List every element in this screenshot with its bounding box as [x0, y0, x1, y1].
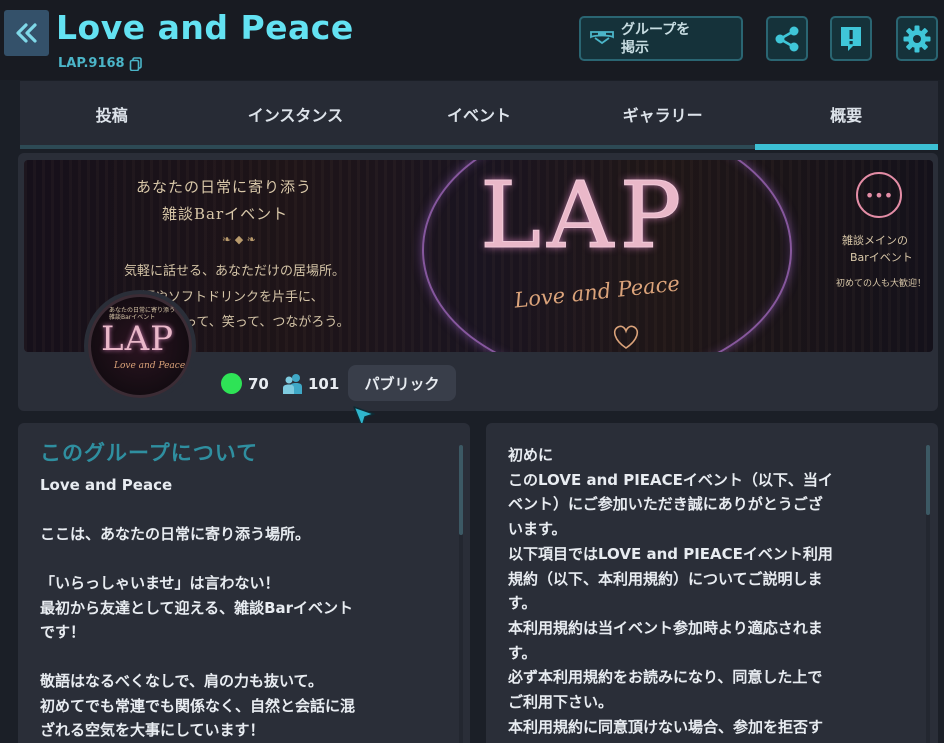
rules-line: このLOVE and PIEACEイベント（以下、当イ [508, 470, 833, 489]
group-code-text: LAP.9168 [58, 56, 125, 71]
ornament-icon: ❧ ◆ ❧ [222, 233, 256, 246]
member-count[interactable]: 101 [283, 373, 339, 395]
about-line: です！ [40, 623, 86, 641]
group-avatar[interactable]: あなたの日常に寄り添う 雑談Barイベント LAP Love and Peace [84, 290, 196, 402]
banner-text: Barイベント [850, 251, 913, 264]
rules-line: ご利用下さい。 [508, 693, 614, 712]
copy-icon[interactable] [129, 56, 143, 71]
heart-icon [613, 325, 639, 349]
members-icon [283, 374, 302, 394]
tab-events[interactable]: イベント [387, 81, 571, 147]
visibility-badge: パブリック [348, 365, 456, 401]
avatar-logo-script: Love and Peace [114, 361, 186, 371]
rules-line: 本利用規約に同意頂けない場合、参加を拒否す [508, 717, 824, 736]
about-line: ここは、あなたの日常に寄り添う場所。 [40, 525, 311, 543]
banner-text: って、笑って、つながろう。 [184, 315, 350, 330]
banner-text: 初めての人も大歓迎！ [836, 279, 927, 289]
rules-line: 必ず本利用規約をお読みになり、同意した上で [508, 668, 823, 687]
rules-line: ベント）にご参加いただき誠にありがとうござ [508, 495, 823, 514]
about-scrollbar[interactable] [459, 445, 463, 743]
rules-scrollbar[interactable] [926, 445, 930, 743]
banner-logo: LAP [479, 162, 688, 270]
online-dot-icon [221, 373, 242, 394]
about-line: 「いらっしゃいませ」は言わない！ [40, 574, 280, 592]
post-group-label: グループを 掲示 [621, 21, 691, 56]
tab-gallery[interactable]: ギャラリー [571, 81, 755, 147]
rules-panel: 初めに このLOVE and PIEACEイベント（以下、当イ ベント）にご参加… [486, 423, 938, 743]
group-tabs: 投稿 インスタンス イベント ギャラリー 概要 [20, 81, 938, 147]
banner-text: あなたの日常に寄り添う [136, 178, 313, 196]
about-line: 敬語はなるべくなしで、肩の力も抜いて。 [40, 672, 324, 690]
group-code[interactable]: LAP.9168 [58, 56, 143, 71]
about-heading: このグループについて [40, 441, 259, 465]
rules-line: 初めに [508, 446, 554, 464]
tab-overview[interactable]: 概要 [754, 81, 938, 147]
about-line: ざれる空気を大事にしています！ [40, 721, 265, 739]
tab-instances[interactable]: インスタンス [204, 81, 388, 147]
settings-button[interactable] [896, 16, 938, 61]
rules-description: 初めに このLOVE and PIEACEイベント（以下、当イ ベント）にご参加… [508, 443, 908, 739]
rules-scrollbar-thumb[interactable] [926, 445, 930, 515]
report-button[interactable] [830, 16, 872, 61]
about-line [40, 645, 440, 670]
post-group-button[interactable]: グループを 掲示 [579, 16, 743, 61]
banner-text: 雑談メインの [842, 234, 908, 247]
back-button[interactable] [4, 10, 49, 56]
rules-line: 以下項目ではLOVE and PIEACEイベント利用 [508, 544, 833, 563]
about-line [40, 547, 440, 572]
about-scrollbar-thumb[interactable] [459, 445, 463, 535]
group-header: Love and Peace LAP.9168 グループを 掲示 [0, 0, 944, 80]
group-title: Love and Peace [56, 8, 354, 47]
tab-posts[interactable]: 投稿 [20, 81, 204, 147]
share-button[interactable] [766, 16, 808, 61]
about-description: Love and Peace ここは、あなたの日常に寄り添う場所。 「いらっしゃ… [40, 473, 440, 743]
online-count-value: 70 [248, 374, 269, 393]
rules-line: 規約（以下、本利用規約）についてご説明しま [508, 569, 823, 588]
banner-icon [590, 30, 614, 44]
about-line: Love and Peace [40, 476, 173, 494]
avatar-logo: LAP [101, 319, 175, 359]
rules-line: います。 [508, 520, 567, 539]
tab-active-indicator [755, 144, 938, 150]
online-count: 70 [221, 373, 269, 394]
settings-icon [903, 25, 931, 52]
share-icon [775, 26, 799, 51]
rules-line: す。 [508, 643, 537, 662]
about-line [40, 498, 440, 523]
about-line: 最初から友達として迎える、雑談Barイベント [40, 598, 354, 617]
back-icon [15, 23, 37, 43]
banner-text: 雑談Barイベント [162, 205, 289, 223]
rules-line: す。 [508, 594, 537, 613]
chat-bubble-icon: ••• [856, 172, 902, 218]
report-icon [841, 26, 861, 51]
about-panel: このグループについて Love and Peace ここは、あなたの日常に寄り添… [18, 423, 470, 743]
about-line: 初めてでも常連でも関係なく、自然と会話に混 [40, 696, 356, 715]
banner-text: 気軽に話せる、あなただけの居場所。 [124, 264, 346, 279]
member-count-value: 101 [308, 375, 340, 393]
rules-line: 本利用規約は当イベント参加時より適応されま [508, 618, 823, 637]
